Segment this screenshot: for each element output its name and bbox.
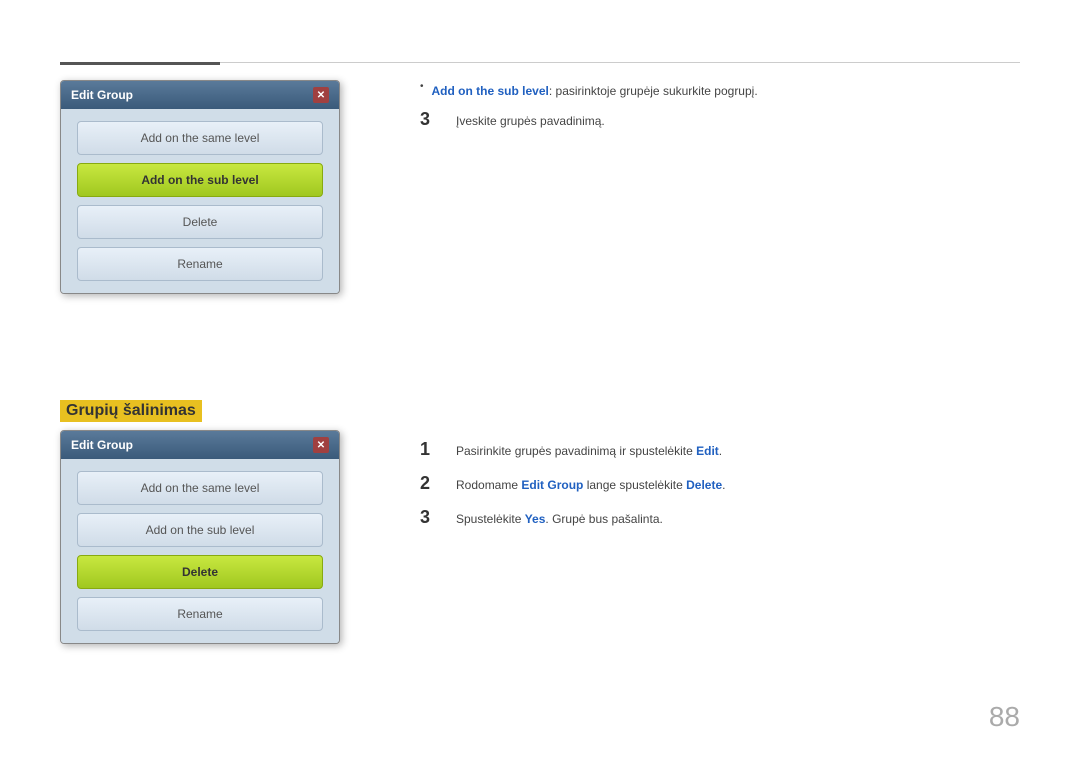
step-3-top: 3 Įveskite grupės pavadinimą. — [420, 110, 1020, 130]
step-3-bottom: 3 Spustelėkite Yes. Grupė bus pašalinta. — [420, 508, 1020, 528]
link-edit: Edit — [696, 444, 719, 458]
dialog-titlebar-bottom: Edit Group ✕ — [61, 431, 339, 459]
step-3-text-before: Spustelėkite — [456, 512, 525, 526]
dialog-body-bottom: Add on the same level Add on the sub lev… — [61, 459, 339, 643]
step-2-bottom: 2 Rodomame Edit Group lange spustelėkite… — [420, 474, 1020, 494]
btn-rename-bottom[interactable]: Rename — [77, 597, 323, 631]
dialog-close-button-top[interactable]: ✕ — [313, 87, 329, 103]
dialog-body-top: Add on the same level Add on the sub lev… — [61, 109, 339, 293]
section-heading: Grupių šalinimas — [60, 400, 202, 422]
section-heading-text: Grupių šalinimas — [60, 400, 202, 422]
step-1-text: Pasirinkite grupės pavadinimą ir spustel… — [456, 440, 722, 460]
dialog-window-bottom: Edit Group ✕ Add on the same level Add o… — [60, 430, 340, 644]
step-1-bottom: 1 Pasirinkite grupės pavadinimą ir spust… — [420, 440, 1020, 460]
edit-group-dialog-bottom: Edit Group ✕ Add on the same level Add o… — [60, 430, 340, 644]
dialog-title-top: Edit Group — [71, 88, 133, 102]
btn-add-same-level-bottom[interactable]: Add on the same level — [77, 471, 323, 505]
bullet-text: Add on the sub level: pasirinktoje grupė… — [432, 80, 758, 100]
step-1-number: 1 — [420, 440, 440, 458]
link-delete: Delete — [686, 478, 722, 492]
link-edit-group: Edit Group — [521, 478, 583, 492]
step-2-text-after: . — [722, 478, 725, 492]
step-2-number: 2 — [420, 474, 440, 492]
step-2-text: Rodomame Edit Group lange spustelėkite D… — [456, 474, 725, 494]
btn-add-sub-level-bottom[interactable]: Add on the sub level — [77, 513, 323, 547]
edit-group-dialog-top: Edit Group ✕ Add on the same level Add o… — [60, 80, 340, 294]
step-3-text-after: . Grupė bus pašalinta. — [545, 512, 662, 526]
btn-rename-top[interactable]: Rename — [77, 247, 323, 281]
horizontal-rule-accent — [60, 62, 220, 65]
step-1-text-before: Pasirinkite grupės pavadinimą ir spustel… — [456, 444, 696, 458]
step-3-bottom-number: 3 — [420, 508, 440, 526]
step-3-text: Įveskite grupės pavadinimą. — [456, 110, 605, 130]
right-content-top: • Add on the sub level: pasirinktoje gru… — [420, 80, 1020, 144]
dialog-titlebar-top: Edit Group ✕ — [61, 81, 339, 109]
dialog-close-button-bottom[interactable]: ✕ — [313, 437, 329, 453]
step-1-text-after: . — [719, 444, 722, 458]
bullet-item-add-sub: • Add on the sub level: pasirinktoje gru… — [420, 80, 1020, 100]
link-yes: Yes — [525, 512, 546, 526]
dialog-title-bottom: Edit Group — [71, 438, 133, 452]
step-3-number: 3 — [420, 110, 440, 128]
bullet-suffix: : pasirinktoje grupėje sukurkite pogrupį… — [549, 84, 758, 98]
step-2-text-before: Rodomame — [456, 478, 521, 492]
btn-add-same-level-top[interactable]: Add on the same level — [77, 121, 323, 155]
link-add-sub-level: Add on the sub level — [432, 84, 549, 98]
btn-delete-bottom[interactable]: Delete — [77, 555, 323, 589]
btn-add-sub-level-top[interactable]: Add on the sub level — [77, 163, 323, 197]
bullet-dot: • — [420, 81, 424, 92]
page-number: 88 — [989, 701, 1020, 733]
right-content-bottom: 1 Pasirinkite grupės pavadinimą ir spust… — [420, 440, 1020, 542]
dialog-window-top: Edit Group ✕ Add on the same level Add o… — [60, 80, 340, 294]
step-2-text-middle: lange spustelėkite — [583, 478, 686, 492]
step-3-bottom-text: Spustelėkite Yes. Grupė bus pašalinta. — [456, 508, 663, 528]
btn-delete-top[interactable]: Delete — [77, 205, 323, 239]
